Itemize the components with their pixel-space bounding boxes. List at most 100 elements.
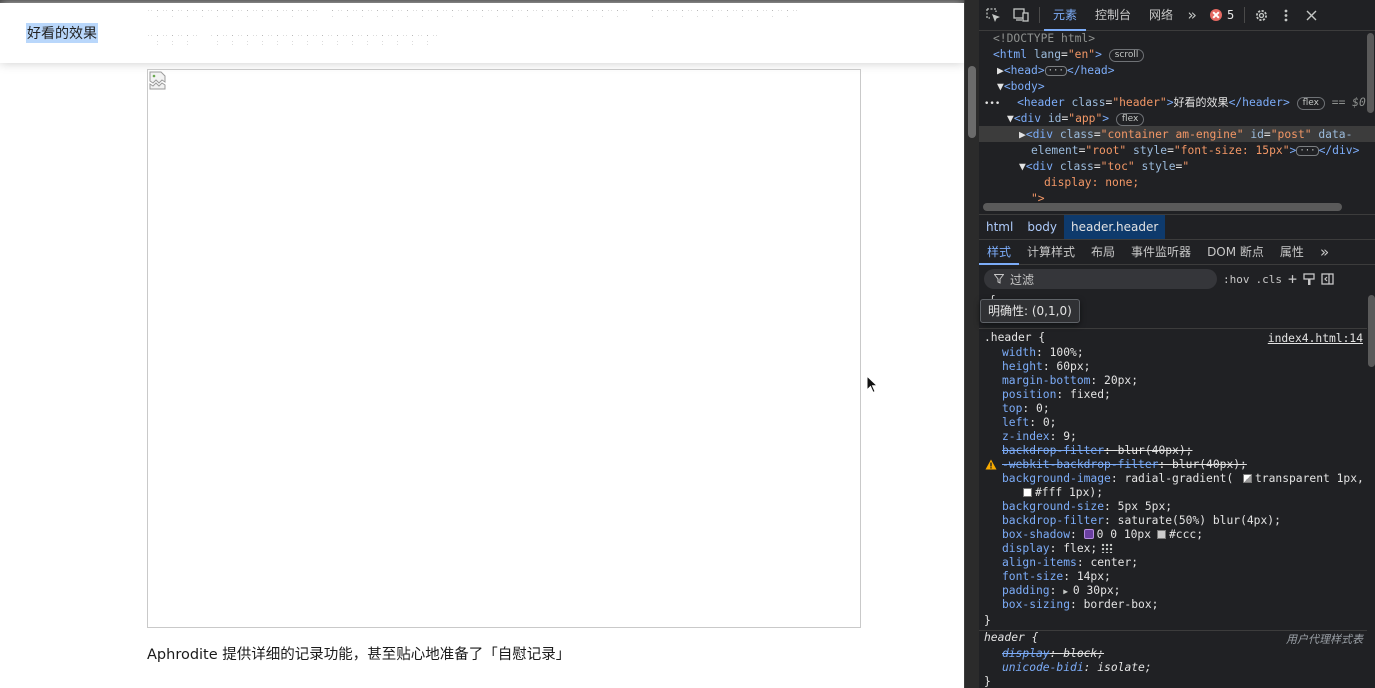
tab-properties[interactable]: 属性 [1272,240,1312,265]
page-scrollbar[interactable] [964,0,979,688]
tab-console[interactable]: 控制台 [1086,0,1140,31]
ellipsis-icon[interactable]: ··· [1044,66,1067,76]
more-options-icon[interactable] [1273,0,1299,31]
css-declaration[interactable]: box-sizing: border-box; [1002,598,1158,612]
cls-toggle[interactable]: .cls [1256,273,1283,286]
more-subtabs-chevron-icon[interactable]: » [1312,240,1337,265]
flex-badge[interactable]: flex [1296,97,1325,110]
css-declaration[interactable]: background-image: radial-gradient( [1002,472,1233,486]
dom-node-toc[interactable]: ▼<div class="toc" style=" [1019,159,1189,175]
dom-doctype[interactable]: <!DOCTYPE html> [993,31,1095,47]
shadow-editor-icon[interactable] [1083,529,1094,539]
prop-name: -webkit-backdrop-filter [1002,458,1159,471]
attr-value: "app" [1068,112,1103,125]
css-declaration[interactable]: backdrop-filter: saturate(50%) blur(4px)… [1002,514,1281,528]
attr-value: "root" [1085,144,1127,157]
ua-declaration[interactable]: display: block; [1002,647,1104,661]
css-declaration-continuation[interactable]: #ccc; [1157,528,1203,542]
toggle-sidebar-icon[interactable] [1321,273,1334,285]
prop-value: 20px; [1104,374,1139,387]
tab-computed[interactable]: 计算样式 [1019,240,1083,265]
close-icon[interactable] [1299,0,1323,31]
dom-node-head[interactable]: ▶<head> ··· </head> [997,63,1115,79]
expand-arrow-icon[interactable]: ▶ [997,64,1004,77]
tab-styles[interactable]: 样式 [979,240,1020,265]
attr-name: class [1071,96,1106,109]
tab-layout[interactable]: 布局 [1083,240,1123,265]
tab-elements[interactable]: 元素 [1044,0,1087,31]
scroll-badge[interactable]: scroll [1108,49,1145,62]
prop-value: 5px 5px; [1117,500,1173,513]
collapse-arrow-icon[interactable]: ▼ [997,80,1004,93]
ua-rule-selector[interactable]: header { [984,631,1038,645]
site-header[interactable]: 好看的效果 [0,3,964,63]
warning-icon[interactable] [985,459,997,470]
css-declaration[interactable]: top: 0; [1002,402,1050,416]
flexbox-editor-icon[interactable] [1101,543,1114,553]
prop-name: font-size [1002,570,1064,583]
css-declaration[interactable]: height: 60px; [1002,360,1090,374]
ellipsis-icon[interactable]: ··· [1296,146,1319,156]
css-declaration[interactable]: align-items: center; [1002,556,1138,570]
color-swatch[interactable] [1157,530,1166,539]
dom-node-container-cont[interactable]: element="root" style="font-size: 15px"> ·… [1031,143,1359,159]
tab-event-listeners[interactable]: 事件监听器 [1123,240,1199,265]
dom-node-container[interactable]: ▶<div class="container am-engine" id="po… [1019,127,1352,143]
css-declaration[interactable]: left: 0; [1002,416,1056,430]
css-declaration-continuation[interactable]: transparent 1px, [1243,472,1364,486]
collapse-arrow-icon[interactable]: ▼ [1007,112,1014,125]
tab-network[interactable]: 网络 [1140,0,1182,31]
tab-dom-breakpoints[interactable]: DOM 断点 [1199,240,1272,265]
css-declaration[interactable]: -webkit-backdrop-filter: blur(40px); [1002,458,1247,472]
css-declaration[interactable]: font-size: 14px; [1002,570,1111,584]
css-declaration[interactable]: width: 100%; [1002,346,1084,360]
css-declaration[interactable]: z-index: 9; [1002,430,1077,444]
dom-tree-vscrollbar[interactable] [1367,33,1374,113]
error-badge[interactable]: 5 [1210,8,1234,22]
styles-vscrollbar[interactable] [1368,295,1375,367]
dom-node-html[interactable]: <html lang="en"> scroll [993,47,1145,63]
more-tabs-chevron-icon[interactable]: » [1182,0,1202,31]
prop-name: display [1002,542,1050,555]
dom-tree: <!DOCTYPE html> <html lang="en"> scroll … [979,31,1375,205]
breadcrumb-html[interactable]: html [979,215,1020,240]
tag-head: <head> [1003,64,1045,77]
color-swatch[interactable] [1023,488,1032,497]
css-declaration[interactable]: background-size: 5px 5px; [1002,500,1172,514]
css-declaration[interactable]: margin-bottom: 20px; [1002,374,1138,388]
prop-value: fixed; [1070,388,1111,401]
dom-node-header-selected[interactable]: ••• <header class="header">好看的效果</header… [984,95,1366,112]
expand-arrow-icon[interactable]: ▶ [1019,128,1026,141]
new-rule-plus-icon[interactable]: + [1288,270,1297,288]
collapse-arrow-icon[interactable]: ▼ [1019,160,1026,173]
page-scrollbar-thumb[interactable] [968,66,976,138]
css-declaration[interactable]: position: fixed; [1002,388,1111,402]
hov-toggle[interactable]: :hov [1223,273,1250,286]
devtools-toolbar: 元素 控制台 网络 » 5 [979,0,1375,31]
flex-badge[interactable]: flex [1115,113,1145,126]
breadcrumb-header[interactable]: header.header [1064,214,1166,240]
filter-input[interactable]: 过滤 [984,269,1217,289]
paint-brush-icon[interactable] [1303,272,1315,286]
css-declaration[interactable]: padding: ▶ 0 30px; [1002,584,1120,599]
dom-node-body[interactable]: ▼<body> [997,79,1045,95]
dom-tree-hscrollbar[interactable] [983,203,1342,211]
prop-value: 100%; [1049,346,1084,359]
breadcrumb-body[interactable]: body [1020,215,1064,240]
css-declaration[interactable]: backdrop-filter: blur(40px); [1002,444,1192,458]
css-declaration-continuation[interactable]: #fff 1px); [1023,486,1103,500]
rule-source-link[interactable]: index4.html:14 [1268,332,1363,346]
ua-declaration[interactable]: unicode-bidi: isolate; [1002,661,1152,675]
inspect-element-icon[interactable] [979,0,1007,31]
device-toolbar-icon[interactable] [1007,0,1035,31]
css-declaration[interactable]: box-shadow: 0 0 10px [1002,528,1151,542]
transparent-swatch[interactable] [1243,474,1252,483]
expand-shorthand-icon[interactable]: ▶ [1063,587,1073,596]
settings-gear-icon[interactable] [1249,0,1273,31]
dom-node-app[interactable]: ▼<div id="app"> flex [1007,111,1145,127]
prop-name: background-image [1002,472,1111,485]
attr-name: data- [1318,128,1353,141]
rule-selector[interactable]: .header { [984,331,1045,345]
node-actions-ellipsis-icon[interactable]: ••• [984,99,1000,109]
css-declaration[interactable]: display: flex; [1002,542,1114,556]
